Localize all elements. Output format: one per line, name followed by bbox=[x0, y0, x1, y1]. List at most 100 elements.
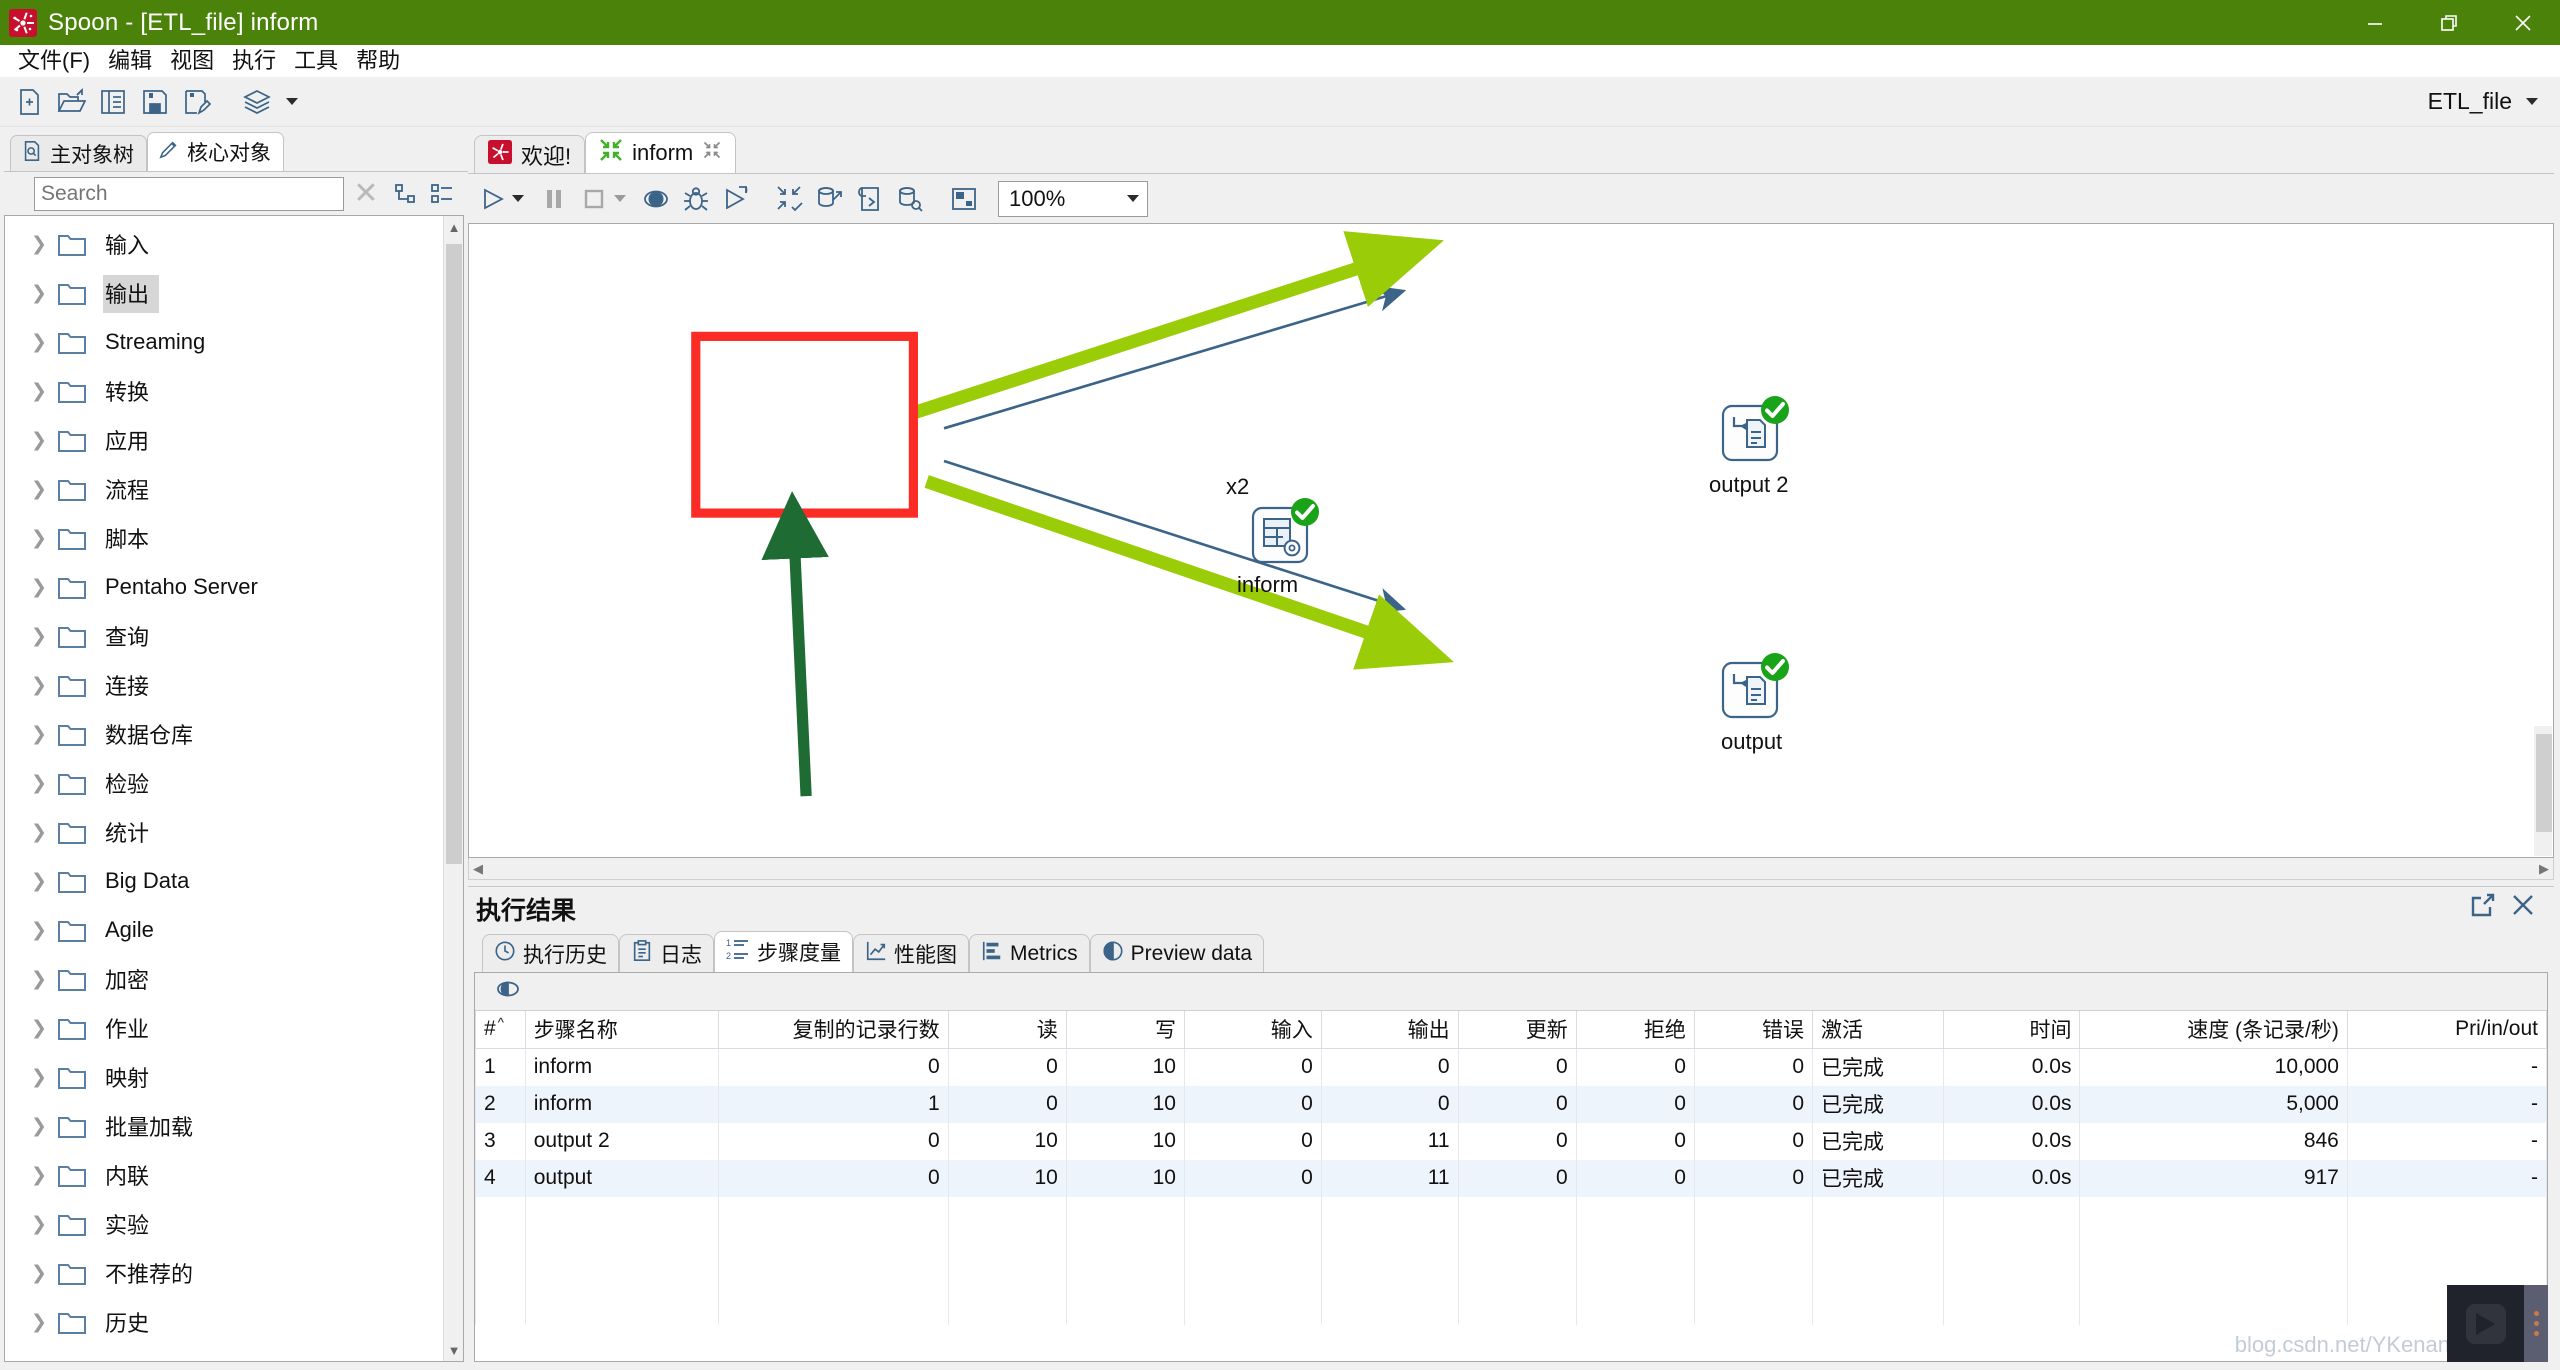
tree-item[interactable]: ❯ 数据仓库 bbox=[5, 710, 463, 759]
restore-button[interactable] bbox=[2412, 0, 2486, 45]
chevron-right-icon[interactable]: ❯ bbox=[27, 1164, 57, 1187]
chevron-right-icon[interactable]: ❯ bbox=[27, 331, 57, 354]
column-header[interactable]: 写 bbox=[1065, 1011, 1185, 1049]
chevron-right-icon[interactable]: ❯ bbox=[27, 1115, 57, 1138]
tab-execution-history[interactable]: 执行历史 bbox=[482, 934, 619, 972]
save-as-button[interactable] bbox=[176, 81, 218, 123]
minimize-button[interactable] bbox=[2338, 0, 2412, 45]
chevron-right-icon[interactable]: ❯ bbox=[27, 772, 57, 795]
expand-tree-icon[interactable] bbox=[388, 177, 424, 211]
chevron-right-icon[interactable]: ❯ bbox=[27, 380, 57, 403]
chevron-right-icon[interactable]: ❯ bbox=[27, 968, 57, 991]
perspectives-button[interactable] bbox=[236, 81, 278, 123]
chevron-right-icon[interactable]: ❯ bbox=[27, 674, 57, 697]
zoom-level-select[interactable]: 100% bbox=[998, 180, 1148, 217]
menu-item-edit[interactable]: 编辑 bbox=[99, 45, 161, 77]
save-button[interactable] bbox=[134, 81, 176, 123]
video-play-icon[interactable] bbox=[2447, 1303, 2524, 1344]
chevron-right-icon[interactable]: ❯ bbox=[27, 1017, 57, 1040]
column-header[interactable]: 速度 (条记录/秒) bbox=[2079, 1011, 2348, 1049]
close-button[interactable] bbox=[2486, 0, 2560, 45]
tree-item[interactable]: ❯ 内联 bbox=[5, 1151, 463, 1200]
tab-performance-graph[interactable]: 性能图 bbox=[853, 934, 969, 972]
chevron-right-icon[interactable]: ❯ bbox=[27, 429, 57, 452]
tree-item[interactable]: ❯ 转换 bbox=[5, 367, 463, 416]
column-header[interactable]: 时间 bbox=[1942, 1011, 2081, 1049]
search-input[interactable] bbox=[34, 176, 344, 211]
table-row[interactable]: 2 inform 1 0 10 0 0 0 0 0 已完成 0.0s 5,000- bbox=[475, 1086, 2547, 1123]
tab-step-metrics[interactable]: 12 步骤度量 bbox=[714, 931, 853, 972]
column-header[interactable]: 输出 bbox=[1320, 1011, 1459, 1049]
perspectives-caret-icon[interactable] bbox=[286, 98, 298, 105]
chevron-right-icon[interactable]: ❯ bbox=[27, 821, 57, 844]
canvas-vertical-scrollbar[interactable] bbox=[2534, 726, 2552, 856]
more-vertical-icon[interactable] bbox=[2524, 1285, 2548, 1362]
chevron-right-icon[interactable]: ❯ bbox=[27, 233, 57, 256]
grid-layout-icon[interactable] bbox=[944, 178, 984, 220]
chevron-right-icon[interactable]: ❯ bbox=[27, 576, 57, 599]
scrollbar-thumb[interactable] bbox=[446, 244, 462, 864]
scrollbar-thumb[interactable] bbox=[2536, 734, 2552, 832]
scroll-up-arrow-icon[interactable]: ▲ bbox=[444, 216, 463, 238]
tab-welcome[interactable]: 欢迎! bbox=[474, 135, 586, 173]
stop-icon[interactable] bbox=[574, 178, 614, 220]
eye-preview-icon[interactable] bbox=[636, 178, 676, 220]
tree-item[interactable]: ❯ 检验 bbox=[5, 759, 463, 808]
new-file-button[interactable] bbox=[8, 81, 50, 123]
video-player-overlay[interactable] bbox=[2447, 1285, 2548, 1362]
chevron-right-icon[interactable]: ❯ bbox=[27, 1066, 57, 1089]
menu-item-help[interactable]: 帮助 bbox=[347, 45, 409, 77]
tree-item[interactable]: ❯ 批量加载 bbox=[5, 1102, 463, 1151]
tree-item[interactable]: ❯ Big Data bbox=[5, 857, 463, 906]
tree-item[interactable]: ❯ 应用 bbox=[5, 416, 463, 465]
chevron-right-icon[interactable]: ❯ bbox=[27, 1213, 57, 1236]
tree-scrollbar[interactable]: ▲ ▼ bbox=[443, 216, 463, 1361]
close-panel-button[interactable] bbox=[2510, 892, 2536, 924]
tree-item[interactable]: ❯ 流程 bbox=[5, 465, 463, 514]
chevron-right-icon[interactable]: ❯ bbox=[27, 625, 57, 648]
detach-panel-button[interactable] bbox=[2470, 892, 2496, 924]
tree-item[interactable]: ❯ 统计 bbox=[5, 808, 463, 857]
column-header[interactable]: 激活 bbox=[1812, 1011, 1944, 1049]
database-impact-icon[interactable] bbox=[810, 178, 850, 220]
tree-item[interactable]: ❯ 作业 bbox=[5, 1004, 463, 1053]
sql-scroll-icon[interactable] bbox=[850, 178, 890, 220]
tree-item[interactable]: ❯ Streaming bbox=[5, 318, 463, 367]
tree-item[interactable]: ❯ 输入 bbox=[5, 220, 463, 269]
stop-options-caret-icon[interactable] bbox=[614, 195, 626, 202]
tree-item[interactable]: ❯ 历史 bbox=[5, 1298, 463, 1347]
pause-icon[interactable] bbox=[534, 178, 574, 220]
chevron-right-icon[interactable]: ❯ bbox=[27, 1262, 57, 1285]
menu-item-run[interactable]: 执行 bbox=[223, 45, 285, 77]
open-file-button[interactable] bbox=[50, 81, 92, 123]
chevron-right-icon[interactable]: ❯ bbox=[27, 870, 57, 893]
tree-item[interactable]: ❯ 查询 bbox=[5, 612, 463, 661]
tree-item[interactable]: ❯ 输出 bbox=[5, 269, 463, 318]
tree-item[interactable]: ❯ 加密 bbox=[5, 955, 463, 1004]
tree-item[interactable]: ❯ Pentaho Server bbox=[5, 563, 463, 612]
database-search-icon[interactable] bbox=[890, 178, 930, 220]
column-header[interactable]: 读 bbox=[947, 1011, 1067, 1049]
tab-main-object-tree[interactable]: 主对象树 bbox=[10, 135, 147, 171]
tree-item[interactable]: ❯ Agile bbox=[5, 906, 463, 955]
scroll-right-arrow-icon[interactable]: ▶ bbox=[2539, 861, 2549, 877]
tab-core-objects[interactable]: 核心对象 bbox=[147, 132, 284, 171]
menu-item-file[interactable]: 文件(F) bbox=[9, 45, 99, 77]
chevron-right-icon[interactable]: ❯ bbox=[27, 527, 57, 550]
column-header[interactable]: 错误 bbox=[1693, 1011, 1814, 1049]
tree-item[interactable]: ❯ 实验 bbox=[5, 1200, 463, 1249]
scroll-left-arrow-icon[interactable]: ◀ bbox=[473, 861, 483, 877]
column-header[interactable]: Pri/in/out bbox=[2346, 1011, 2547, 1049]
tab-inform[interactable]: inform bbox=[585, 132, 737, 173]
tab-preview-data[interactable]: Preview data bbox=[1089, 934, 1265, 972]
explore-repository-button[interactable] bbox=[92, 81, 134, 123]
column-header[interactable]: 复制的记录行数 bbox=[717, 1011, 949, 1049]
canvas-horizontal-scrollbar[interactable]: ◀ ▶ bbox=[468, 858, 2554, 880]
column-header[interactable]: # ^ bbox=[475, 1011, 526, 1049]
chevron-down-icon[interactable] bbox=[1127, 195, 1139, 202]
eye-icon[interactable] bbox=[495, 976, 521, 1008]
tree-item[interactable]: ❯ 脚本 bbox=[5, 514, 463, 563]
table-row[interactable]: 1 inform 0 0 10 0 0 0 0 0 已完成 0.0s 10,000- bbox=[475, 1048, 2547, 1086]
metrics-table-scroll[interactable]: # ^ 步骤名称 复制的记录行数读写输入 输出 更新 拒绝 错误 激活 时间 速度 (条记录/秒) P… bbox=[475, 1011, 2547, 1361]
run-options-caret-icon[interactable] bbox=[512, 195, 524, 202]
